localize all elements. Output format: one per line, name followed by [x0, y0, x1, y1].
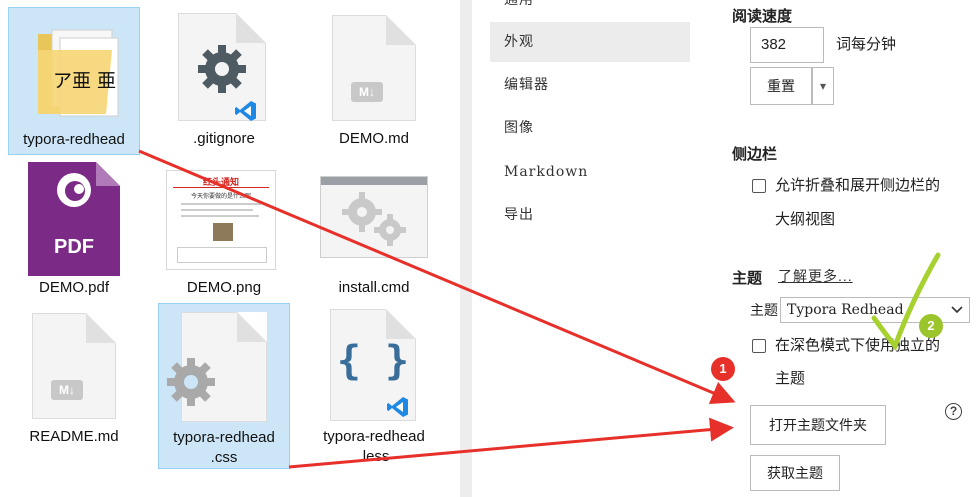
thumbnail-subtitle: 今天你要做的是什么呢	[190, 194, 251, 200]
file-name: DEMO.png	[186, 279, 262, 296]
nav-item-markdown[interactable]: Markdown	[490, 152, 690, 192]
file-name: typora-redhead	[23, 131, 125, 148]
outline-collapse-label-line2: 大纲视图	[775, 211, 836, 228]
sidebar-title: 侧边栏	[732, 146, 778, 163]
file-item-typora-redhead-folder[interactable]: ア亜 亜 typora-redhead	[8, 7, 140, 155]
annotation-badge-2: 2	[919, 314, 943, 338]
markdown-file-icon: M↓	[32, 313, 116, 419]
markdown-badge: M↓	[351, 82, 383, 102]
file-name: DEMO.pdf	[38, 279, 110, 296]
file-item-readme-md[interactable]: M↓ README.md	[8, 307, 140, 457]
file-item-demo-pdf[interactable]: PDF DEMO.pdf	[8, 160, 140, 310]
get-themes-button[interactable]: 获取主题	[750, 455, 840, 491]
file-name: .gitignore	[193, 130, 255, 147]
learn-more-link[interactable]: 了解更多...	[778, 266, 853, 286]
pdf-badge: PDF	[54, 236, 94, 258]
theme-title: 主题	[732, 270, 763, 287]
file-item-install-cmd[interactable]: install.cmd	[308, 160, 440, 310]
dark-mode-label-line1: 在深色模式下使用独立的	[775, 337, 941, 354]
nav-item-general[interactable]: 通用	[490, 0, 690, 20]
markdown-file-icon: M↓	[332, 15, 416, 121]
preferences-nav: 通用 外观 编辑器 图像 Markdown 导出	[472, 0, 712, 497]
nav-item-image[interactable]: 图像	[490, 108, 690, 148]
pdf-file-icon	[28, 162, 120, 276]
theme-select-label: 主题	[750, 302, 778, 318]
theme-select[interactable]: Typora Redhead	[780, 297, 970, 323]
open-theme-folder-button[interactable]: 打开主题文件夹	[750, 405, 886, 445]
file-name: install.cmd	[338, 279, 410, 296]
pane-divider[interactable]	[460, 0, 472, 497]
file-item-typora-redhead-css[interactable]: typora-redhead .css	[158, 303, 290, 469]
file-name: typora-redhead .less	[323, 428, 425, 465]
file-item-gitignore[interactable]: .gitignore	[158, 7, 290, 157]
reset-button[interactable]: 重置	[750, 67, 812, 105]
chevron-down-icon	[951, 306, 963, 314]
nav-item-export[interactable]: 导出	[490, 195, 690, 235]
folder-preview-glyphs: ア亜 亜	[53, 70, 117, 92]
reading-speed-input[interactable]: 382	[750, 27, 824, 63]
nav-item-editor[interactable]: 编辑器	[490, 65, 690, 105]
vscode-icon	[235, 101, 256, 121]
image-thumbnail: 红头通知 今天你要做的是什么呢	[166, 170, 276, 270]
file-item-demo-md[interactable]: M↓ DEMO.md	[308, 7, 440, 157]
outline-collapse-label-line1: 允许折叠和展开侧边栏的	[775, 177, 941, 194]
markdown-badge: M↓	[51, 380, 83, 400]
reset-dropdown-button[interactable]: ▾	[812, 67, 834, 105]
gears-icon	[342, 192, 406, 246]
reading-speed-unit: 词每分钟	[836, 36, 897, 53]
vscode-icon	[387, 397, 408, 417]
file-item-typora-redhead-less[interactable]: { } typora-redhead .less	[308, 303, 440, 469]
dark-mode-label-line2: 主题	[775, 370, 806, 387]
file-explorer: ア亜 亜 typora-redhead .gitignore M↓ DEMO.m…	[0, 0, 460, 497]
gear-icon	[167, 358, 215, 406]
outline-collapse-checkbox[interactable]	[752, 179, 766, 193]
braces-badge: { }	[336, 338, 410, 384]
file-item-demo-png[interactable]: 红头通知 今天你要做的是什么呢 DEMO.png	[158, 160, 290, 310]
gear-icon	[198, 45, 246, 93]
dark-mode-theme-checkbox[interactable]	[752, 339, 766, 353]
file-name: DEMO.md	[338, 130, 409, 147]
file-name: typora-redhead .css	[173, 429, 275, 466]
preferences-content: 阅读速度 382 词每分钟 重置 ▾ 侧边栏 允许折叠和展开侧边栏的 大纲视图 …	[712, 0, 976, 497]
theme-select-value: Typora Redhead	[787, 302, 904, 318]
nav-item-appearance[interactable]: 外观	[490, 22, 690, 62]
help-icon[interactable]: ?	[945, 403, 962, 420]
annotation-badge-1: 1	[711, 357, 735, 381]
file-name: README.md	[29, 428, 119, 445]
reading-speed-title: 阅读速度	[732, 8, 793, 25]
